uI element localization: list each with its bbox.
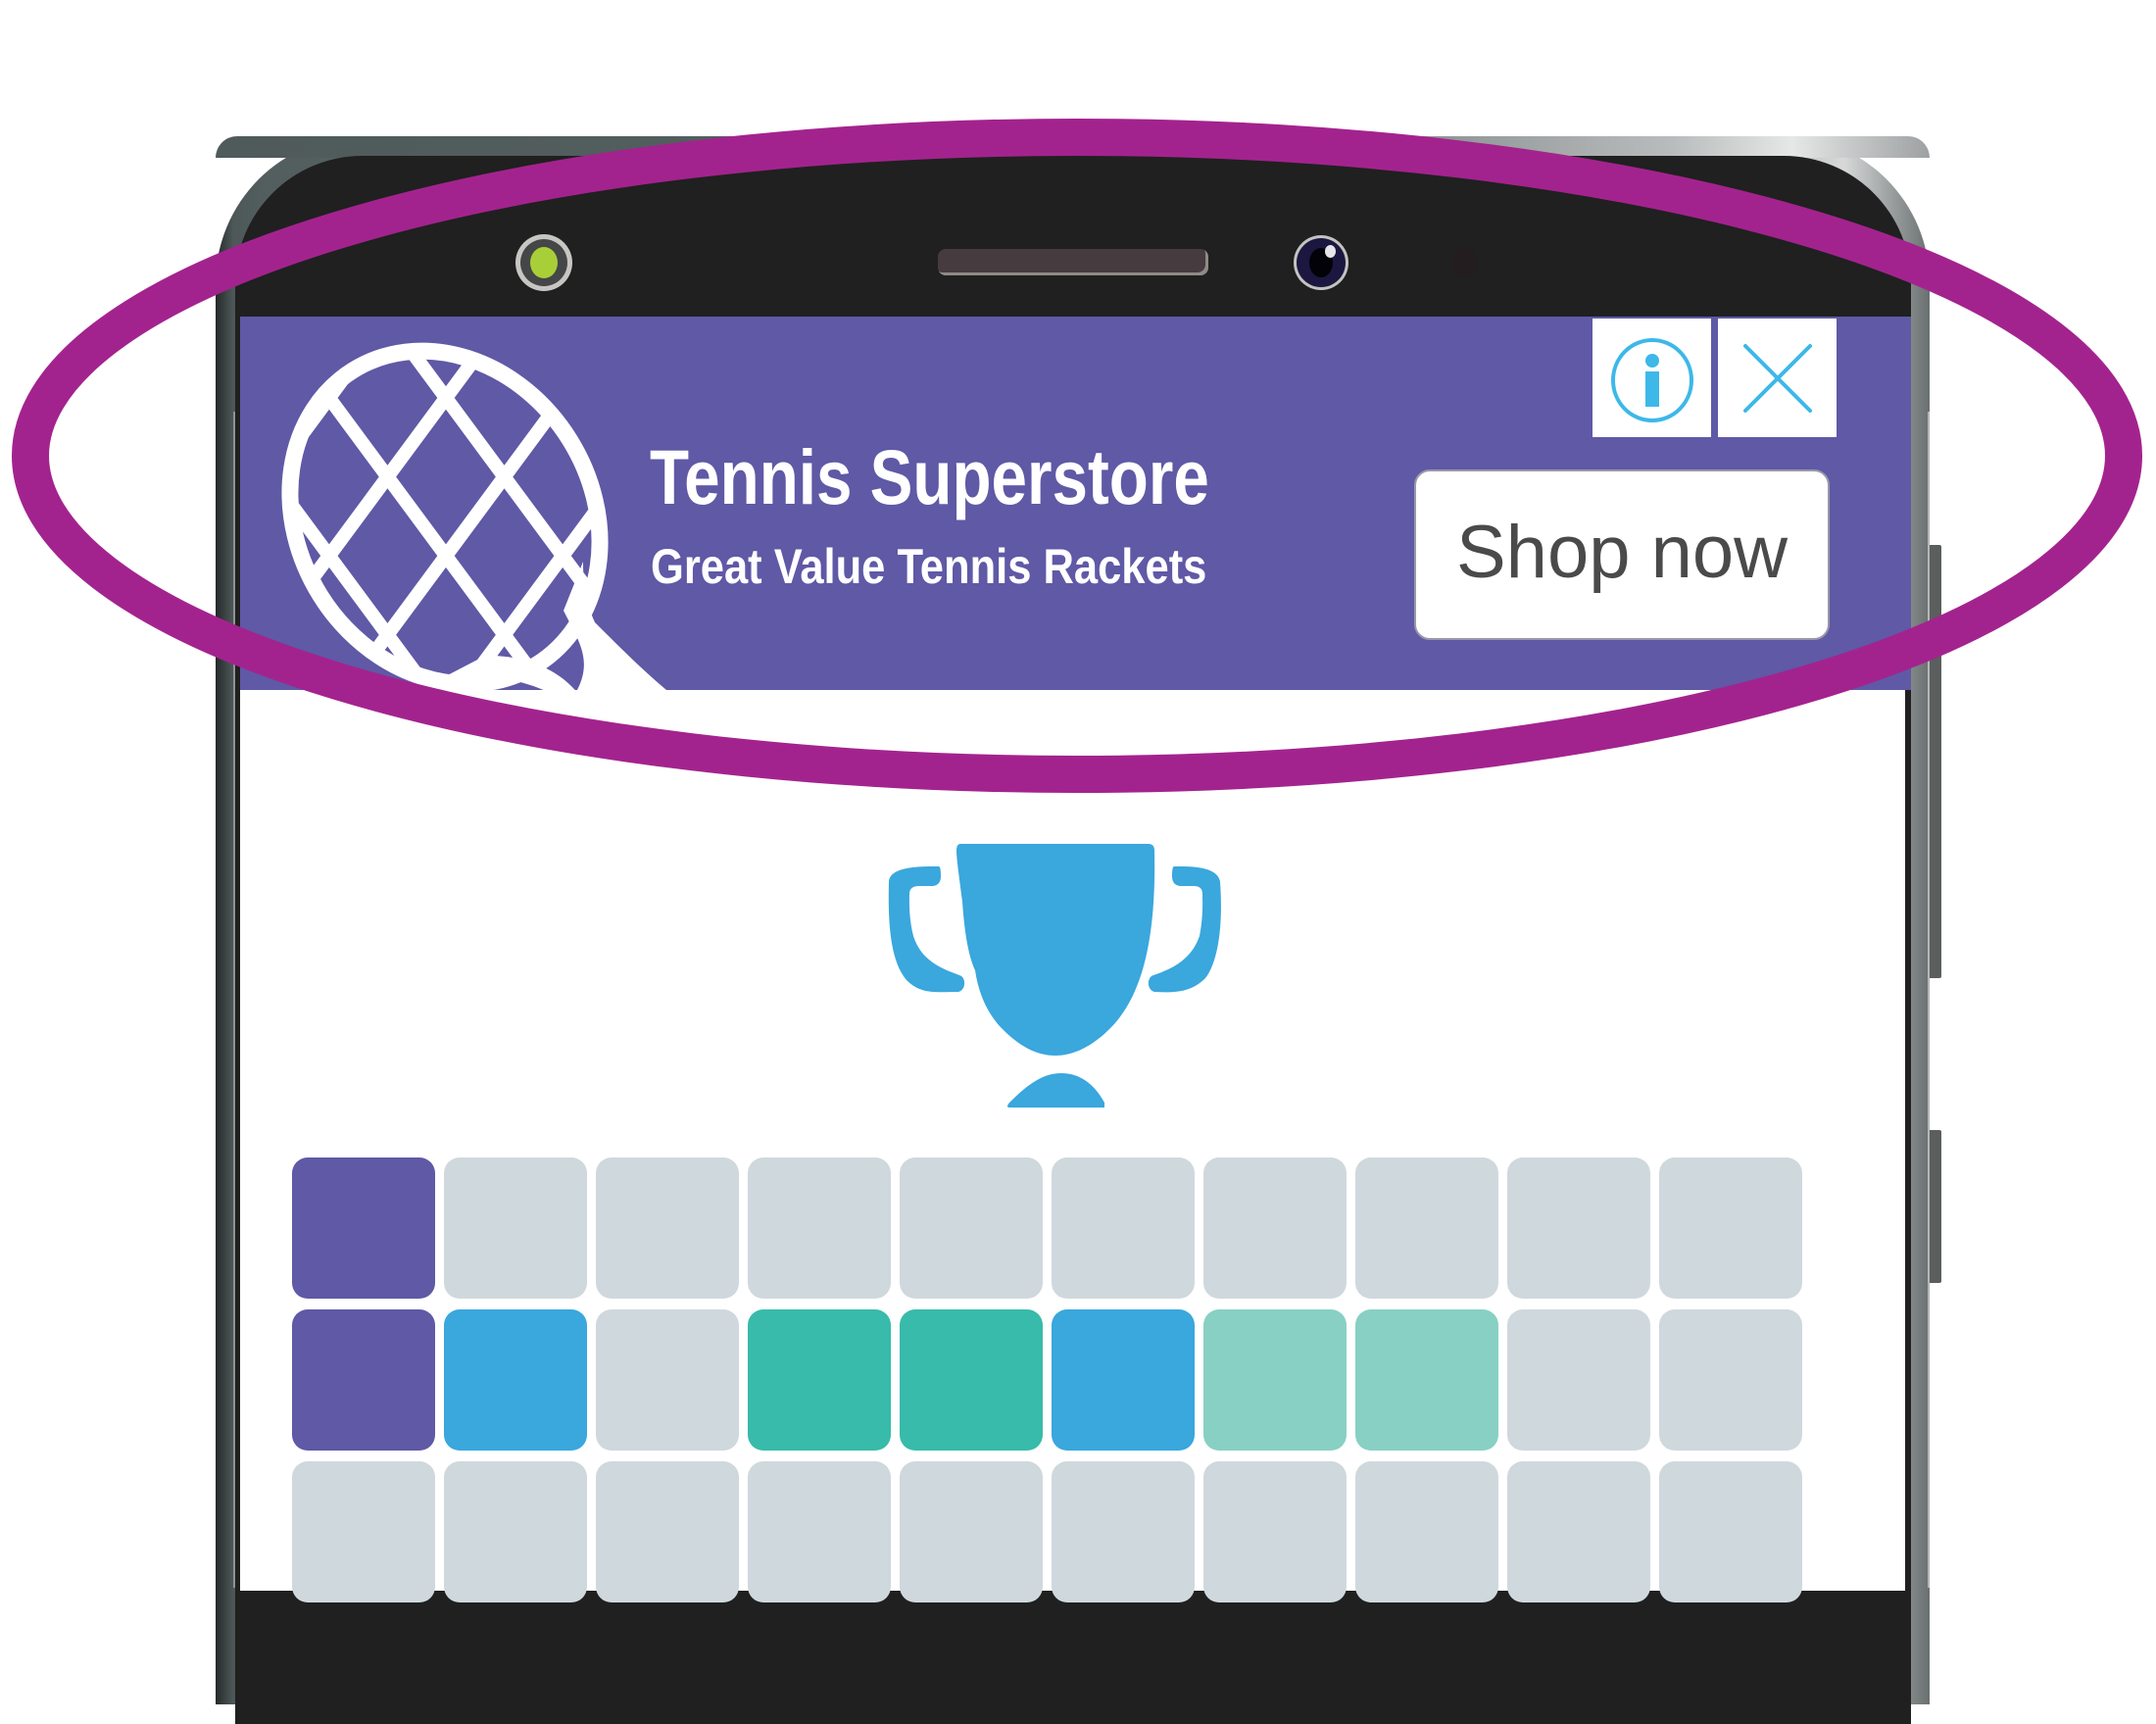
grid-cell-light-teal <box>1203 1309 1347 1451</box>
grid-cell-empty <box>1659 1309 1802 1451</box>
ad-subtitle: Great Value Tennis Rackets <box>651 539 1207 594</box>
grid-cell-teal <box>748 1309 891 1451</box>
grid-cell-empty <box>1659 1158 1802 1299</box>
grid-cell-empty <box>1507 1461 1650 1602</box>
grid-cell-blue <box>1052 1309 1195 1451</box>
grid-cell-empty <box>444 1461 587 1602</box>
proximity-sensor-icon <box>1452 247 1478 278</box>
ad-close-button[interactable] <box>1718 319 1837 437</box>
grid-cell-purple <box>292 1309 435 1451</box>
grid-cell-empty <box>596 1158 739 1299</box>
grid-cell-empty <box>900 1158 1043 1299</box>
grid-cell-empty <box>1507 1309 1650 1451</box>
grid-cell-empty <box>292 1461 435 1602</box>
earpiece-speaker-icon <box>938 249 1208 275</box>
grid-cell-empty <box>1203 1461 1347 1602</box>
grid-cell-empty <box>596 1309 739 1451</box>
grid-cell-empty <box>1355 1158 1498 1299</box>
grid-cell-empty <box>1659 1461 1802 1602</box>
grid-cell-empty <box>596 1461 739 1602</box>
grid-cell-teal <box>900 1309 1043 1451</box>
progress-grid <box>292 1158 1821 1648</box>
grid-cell-empty <box>1203 1158 1347 1299</box>
grid-cell-empty <box>900 1461 1043 1602</box>
close-x-icon <box>1742 343 1812 413</box>
trophy-icon <box>888 844 1221 1108</box>
ad-info-button[interactable] <box>1592 319 1711 437</box>
grid-cell-light-teal <box>1355 1309 1498 1451</box>
grid-cell-empty <box>748 1158 891 1299</box>
info-circle-icon <box>1610 337 1693 422</box>
grid-cell-empty <box>1052 1461 1195 1602</box>
power-button[interactable] <box>1930 1130 1941 1283</box>
grid-cell-purple <box>292 1158 435 1299</box>
grid-cell-empty <box>1052 1158 1195 1299</box>
front-camera-icon <box>1294 235 1348 290</box>
ad-title: Tennis Superstore <box>650 433 1209 520</box>
grid-cell-empty <box>748 1461 891 1602</box>
grid-cell-empty <box>444 1158 587 1299</box>
phone-frame-top-edge <box>216 136 1930 158</box>
shop-now-button[interactable]: Shop now <box>1414 469 1830 640</box>
grid-cell-empty <box>1355 1461 1498 1602</box>
ambient-light-sensor-icon <box>515 234 572 291</box>
shop-now-label: Shop now <box>1455 511 1788 594</box>
volume-button[interactable] <box>1930 545 1941 978</box>
grid-cell-empty <box>1507 1158 1650 1299</box>
grid-cell-blue <box>444 1309 587 1451</box>
